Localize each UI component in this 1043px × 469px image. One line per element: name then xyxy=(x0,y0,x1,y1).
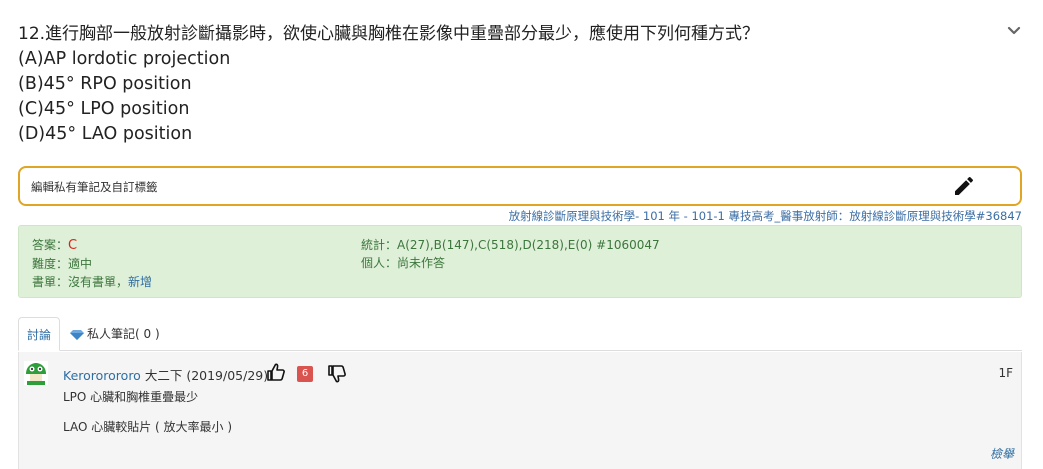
tab-bar: 討論 私人筆記( 0 ) xyxy=(18,317,1022,351)
tab-private-notes[interactable]: 私人筆記( 0 ) xyxy=(70,317,160,351)
comment-username[interactable]: Kerororororo xyxy=(63,368,141,383)
private-notes-label: 私人筆記( 0 ) xyxy=(87,327,160,341)
stats-row: 統計：A(27),B(147),C(518),D(218),E(0) #1060… xyxy=(361,236,660,254)
personal-label: 個人： xyxy=(361,256,398,270)
info-left: 答案：C 難度：適中 書單：沒有書單，新增 xyxy=(32,236,152,291)
booklist-row: 書單：沒有書單，新增 xyxy=(32,273,152,291)
stats-value: A(27),B(147),C(518),D(218),E(0) #1060047 xyxy=(397,238,660,252)
difficulty-row: 難度：適中 xyxy=(32,255,152,273)
answer-value: C xyxy=(68,238,78,253)
thumbs-down-icon[interactable] xyxy=(327,364,347,384)
thumbs-up-icon[interactable] xyxy=(266,362,286,382)
tab-discussion[interactable]: 討論 xyxy=(18,317,60,351)
difficulty-value: 適中 xyxy=(68,257,93,271)
option-d: (D)45° LAO position xyxy=(18,124,193,144)
booklist-value: 沒有書單， xyxy=(68,275,129,289)
floor-number: 1F xyxy=(998,366,1013,380)
option-c: (C)45° LPO position xyxy=(18,99,190,119)
comment-header: Kerororororo 大二下 (2019/05/29) xyxy=(63,365,268,384)
comment-line: LPO 心臟和胸椎重疊最少 xyxy=(63,390,199,404)
comment-grade: 大二下 xyxy=(144,368,183,383)
answer-label: 答案： xyxy=(32,238,69,252)
note-label: 編輯私有筆記及自訂標籤 xyxy=(31,180,158,194)
pencil-icon[interactable] xyxy=(952,174,976,198)
like-count-badge: 6 xyxy=(297,366,313,382)
option-b: (B)45° RPO position xyxy=(18,74,192,94)
diamond-icon xyxy=(70,329,84,340)
personal-row: 個人：尚未作答 xyxy=(361,254,660,272)
booklist-add-link[interactable]: 新增 xyxy=(128,275,152,289)
chevron-down-icon[interactable] xyxy=(1007,24,1021,38)
comment-line: LAO 心臟較貼片 ( 放大率最小 ) xyxy=(63,420,233,434)
source-link[interactable]: 放射線診斷原理與技術學- 101 年 - 101-1 專技高考_醫事放射師：放射… xyxy=(509,208,1022,224)
personal-value: 尚未作答 xyxy=(397,256,446,270)
comment-item: Kerororororo 大二下 (2019/05/29) 6 1F LPO 心… xyxy=(18,352,1022,469)
comment-date: (2019/05/29) xyxy=(186,368,269,383)
info-right: 統計：A(27),B(147),C(518),D(218),E(0) #1060… xyxy=(361,236,660,272)
answer-row: 答案：C xyxy=(32,236,152,255)
booklist-label: 書單： xyxy=(32,275,69,289)
answer-info-panel: 答案：C 難度：適中 書單：沒有書單，新增 統計：A(27),B(147),C(… xyxy=(18,225,1022,298)
question-block: 12.進行胸部一般放射診斷攝影時，欲使心臟與胸椎在影像中重疊部分最少，應使用下列… xyxy=(18,22,1008,147)
question-title: 12.進行胸部一般放射診斷攝影時，欲使心臟與胸椎在影像中重疊部分最少，應使用下列… xyxy=(18,24,760,44)
stats-label: 統計： xyxy=(361,238,398,252)
private-note-box[interactable]: 編輯私有筆記及自訂標籤 xyxy=(18,166,1022,206)
option-a: (A)AP lordotic projection xyxy=(18,49,231,69)
avatar[interactable] xyxy=(24,361,48,385)
report-link[interactable]: 檢舉 xyxy=(990,445,1014,462)
difficulty-label: 難度： xyxy=(32,257,69,271)
